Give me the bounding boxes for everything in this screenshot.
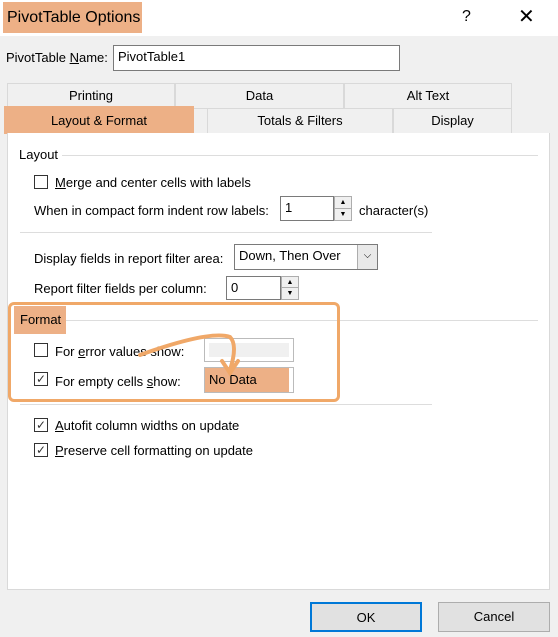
tab-alt-text[interactable]: Alt Text — [344, 83, 512, 109]
ok-button[interactable]: OK — [310, 602, 422, 632]
autofit-checkbox[interactable]: ✓ — [34, 418, 48, 432]
autofit-label: Autofit column widths on update — [55, 418, 240, 433]
tab-layout-format[interactable]: Layout & Format — [4, 106, 194, 134]
filter-fields-spinner[interactable]: ▲ ▼ — [281, 276, 299, 300]
preserve-formatting-checkbox[interactable]: ✓ — [34, 443, 48, 457]
layout-heading: Layout — [19, 147, 59, 162]
indent-input[interactable]: 1 — [280, 196, 334, 221]
display-fields-value: Down, Then Over — [239, 248, 341, 263]
indent-spinner[interactable]: ▲ ▼ — [334, 196, 352, 221]
merge-checkbox[interactable] — [34, 175, 48, 189]
tab-data[interactable]: Data — [175, 83, 344, 109]
annotation-arrow-icon — [138, 333, 240, 377]
indent-label: When in compact form indent row labels: — [34, 203, 269, 218]
close-button[interactable]: ✕ — [518, 4, 535, 29]
merge-label: Merge and center cells with labels — [55, 175, 251, 190]
chevron-down-icon: ⌵ — [357, 245, 377, 269]
display-fields-label: Display fields in report filter area: — [34, 251, 224, 266]
cancel-button[interactable]: Cancel — [438, 602, 550, 632]
pivottable-name-label: PivotTable Name: — [6, 50, 108, 65]
preserve-formatting-label: Preserve cell formatting on update — [55, 443, 253, 458]
indent-unit: character(s) — [359, 203, 429, 218]
display-fields-select[interactable]: Down, Then Over ⌵ — [234, 244, 378, 270]
tab-display[interactable]: Display — [393, 108, 512, 134]
filter-fields-label: Report filter fields per column: — [34, 281, 207, 296]
pivottable-name-input[interactable]: PivotTable1 — [113, 45, 400, 71]
tab-totals-filters[interactable]: Totals & Filters — [207, 108, 393, 134]
help-button[interactable]: ? — [462, 8, 471, 26]
dialog-title: PivotTable Options — [3, 2, 142, 33]
filter-fields-input[interactable]: 0 — [226, 276, 281, 300]
